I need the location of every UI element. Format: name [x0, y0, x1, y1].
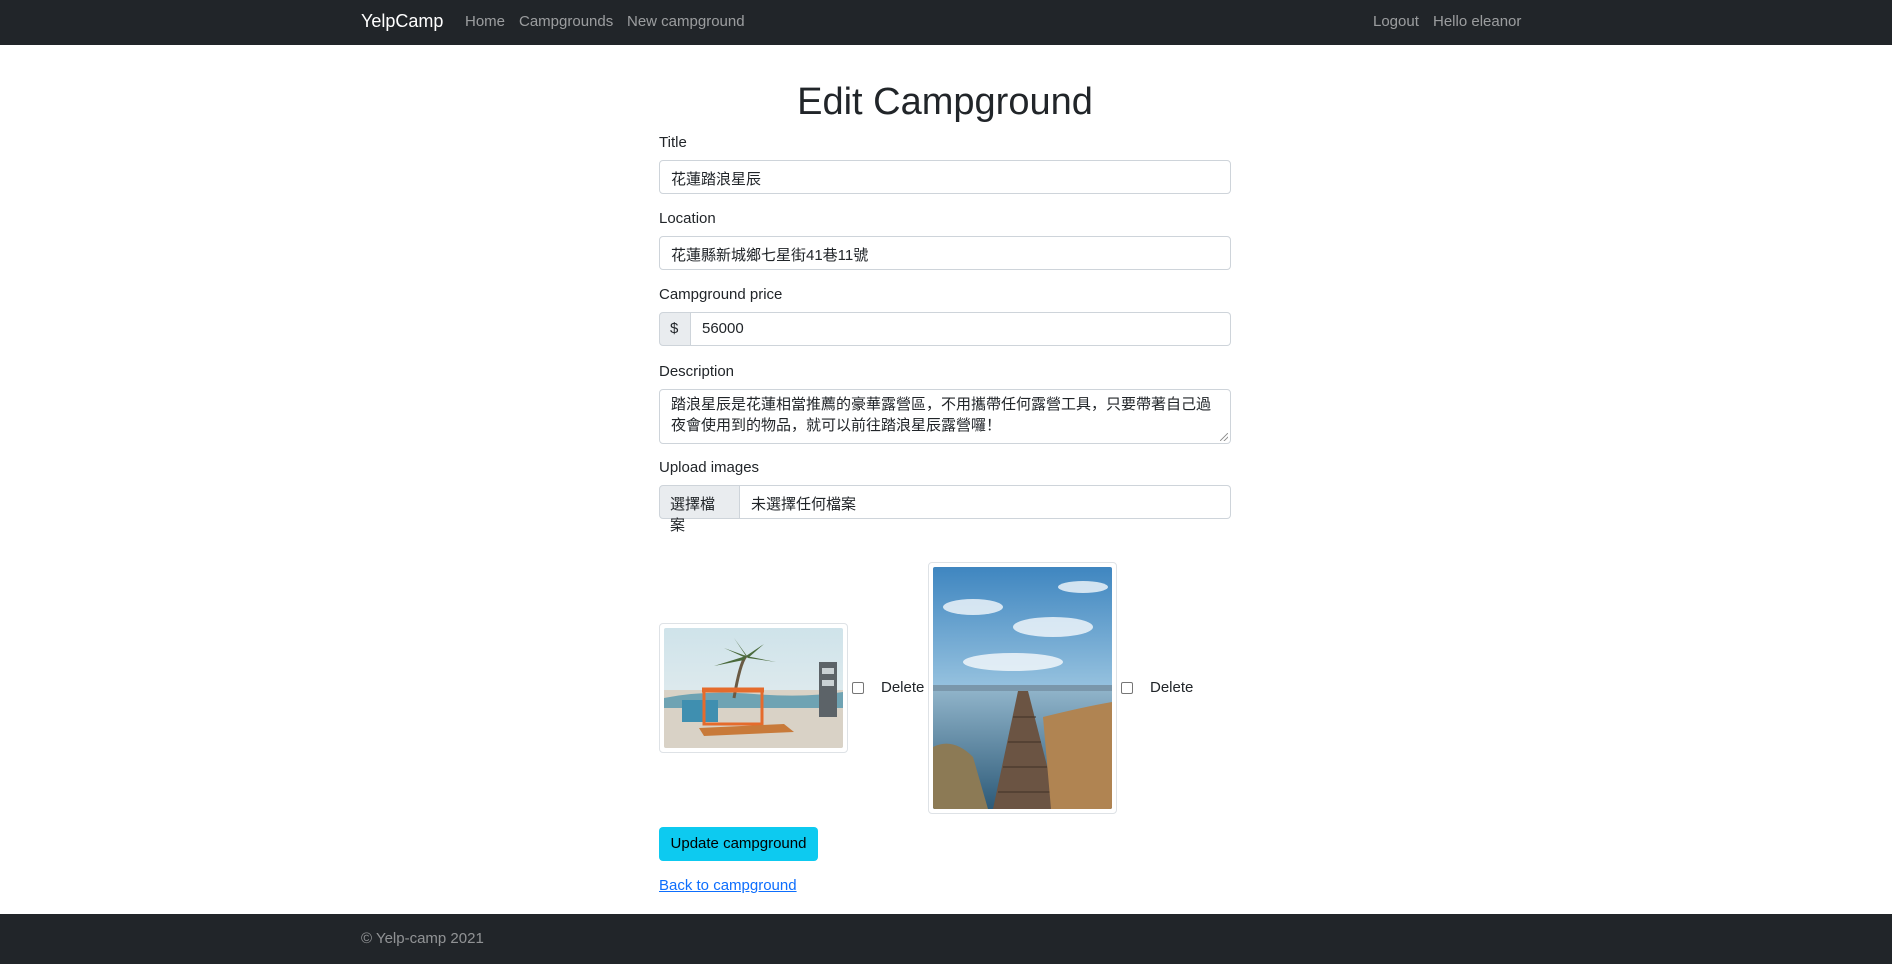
upload-file-status[interactable]: 未選擇任何檔案 [740, 485, 1231, 519]
nav-new-campground-link[interactable]: New campground [627, 13, 745, 30]
description-text: 踏浪星辰是花蓮相當推薦的豪華露營區，不用攜帶任何露營工具，只要帶著自己過夜會使用… [671, 396, 1212, 434]
brand-logo[interactable]: YelpCamp [361, 11, 443, 32]
delete-image-label[interactable]: Delete [1150, 679, 1193, 696]
location-label: Location [659, 210, 716, 227]
campground-image [933, 567, 1112, 809]
navbar: YelpCamp Home Campgrounds New campground… [0, 0, 1892, 45]
delete-image-checkbox[interactable] [852, 682, 864, 694]
campground-image-thumbnail [928, 562, 1117, 814]
campground-image-thumbnail [659, 623, 848, 753]
location-input[interactable]: 花蓮縣新城鄉七星街41巷11號 [659, 236, 1231, 270]
title-label: Title [659, 134, 687, 151]
price-label: Campground price [659, 286, 783, 303]
upload-choose-file-button[interactable]: 選擇檔案 [659, 485, 740, 534]
back-to-campground-link[interactable]: Back to campground [659, 877, 797, 894]
nav-logout-link[interactable]: Logout [1373, 13, 1419, 30]
price-currency-addon: $ [659, 312, 691, 346]
page-title: Edit Campground [797, 81, 1093, 123]
price-input[interactable]: 56000 [691, 312, 1231, 346]
delete-image-label[interactable]: Delete [881, 679, 924, 696]
nav-home-link[interactable]: Home [465, 13, 505, 30]
footer: © Yelp-camp 2021 [0, 914, 1892, 964]
delete-image-checkbox[interactable] [1121, 682, 1133, 694]
nav-user-greeting: Hello eleanor [1433, 13, 1522, 30]
upload-label: Upload images [659, 459, 760, 476]
campground-image [664, 628, 843, 748]
title-input[interactable]: 花蓮踏浪星辰 [659, 160, 1231, 194]
description-label: Description [659, 363, 735, 380]
nav-campgrounds-link[interactable]: Campgrounds [519, 13, 613, 30]
textarea-resize-handle[interactable] [1220, 433, 1228, 441]
footer-copyright: © Yelp-camp 2021 [361, 930, 484, 947]
update-campground-button[interactable]: Update campground [659, 827, 818, 861]
description-textarea[interactable]: 踏浪星辰是花蓮相當推薦的豪華露營區，不用攜帶任何露營工具，只要帶著自己過夜會使用… [659, 389, 1231, 444]
